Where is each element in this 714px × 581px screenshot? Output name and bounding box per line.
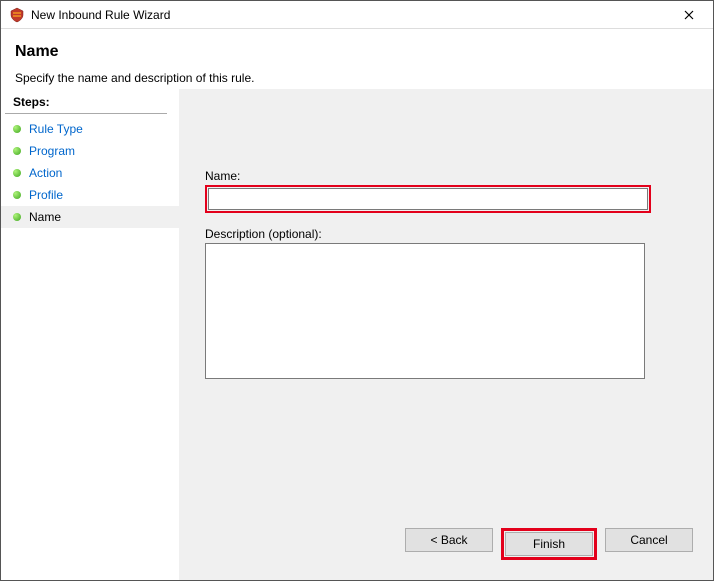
back-button[interactable]: < Back xyxy=(405,528,493,552)
button-bar: < Back Finish Cancel xyxy=(405,528,693,560)
titlebar: New Inbound Rule Wizard xyxy=(1,1,713,29)
name-input[interactable] xyxy=(208,188,648,210)
steps-panel: Steps: Rule Type Program Action Profile … xyxy=(1,89,179,580)
content-panel: Name: Description (optional): < Back Fin… xyxy=(179,89,713,580)
finish-button[interactable]: Finish xyxy=(505,532,593,556)
step-label: Name xyxy=(29,210,61,224)
step-rule-type[interactable]: Rule Type xyxy=(1,118,179,140)
name-highlight-annotation xyxy=(205,185,651,213)
firewall-icon xyxy=(9,7,25,23)
bullet-icon xyxy=(13,191,21,199)
wizard-body: Steps: Rule Type Program Action Profile … xyxy=(1,89,713,580)
close-button[interactable] xyxy=(669,2,709,28)
description-label: Description (optional): xyxy=(205,227,669,241)
wizard-window: New Inbound Rule Wizard Name Specify the… xyxy=(0,0,714,581)
page-title: Name xyxy=(15,43,699,61)
step-label: Action xyxy=(29,166,62,180)
window-title: New Inbound Rule Wizard xyxy=(31,8,669,22)
finish-highlight-annotation: Finish xyxy=(501,528,597,560)
step-program[interactable]: Program xyxy=(1,140,179,162)
name-label: Name: xyxy=(205,169,669,183)
step-name[interactable]: Name xyxy=(1,206,179,228)
cancel-button[interactable]: Cancel xyxy=(605,528,693,552)
description-row: Description (optional): xyxy=(205,227,669,382)
bullet-icon xyxy=(13,147,21,155)
step-label: Rule Type xyxy=(29,122,83,136)
description-textarea[interactable] xyxy=(205,243,645,379)
bullet-icon xyxy=(13,169,21,177)
step-label: Profile xyxy=(29,188,63,202)
step-profile[interactable]: Profile xyxy=(1,184,179,206)
step-label: Program xyxy=(29,144,75,158)
page-subtitle: Specify the name and description of this… xyxy=(15,71,699,85)
bullet-icon xyxy=(13,125,21,133)
name-row: Name: xyxy=(205,169,669,213)
bullet-icon xyxy=(13,213,21,221)
steps-label: Steps: xyxy=(5,95,167,114)
step-action[interactable]: Action xyxy=(1,162,179,184)
